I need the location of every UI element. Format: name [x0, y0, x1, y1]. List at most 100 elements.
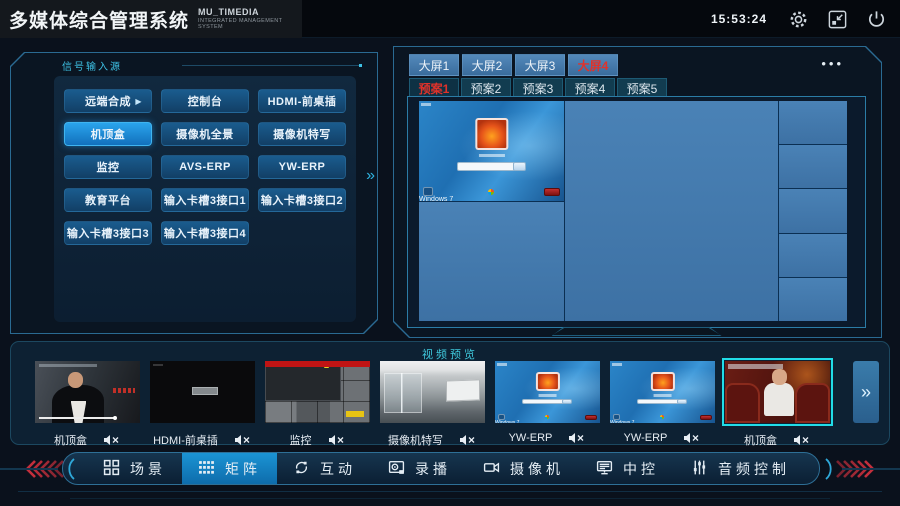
window-resize-icon[interactable] — [825, 7, 849, 31]
video-thumbnail[interactable] — [725, 361, 830, 423]
video-preview-item[interactable]: HDMI-前桌插 — [150, 361, 255, 448]
settings-gear-icon[interactable] — [786, 7, 810, 31]
source-button[interactable]: 教育平台 — [64, 188, 152, 212]
expand-sources-icon[interactable]: » — [366, 168, 375, 184]
nav-items: 场景 矩阵 互动 录播 摄像机 中控 — [63, 453, 819, 484]
nav-item-matrix[interactable]: 矩阵 — [182, 453, 277, 484]
video-thumbnail[interactable]: Windows 7 — [610, 361, 715, 423]
nav-item-camera[interactable]: 摄像机 — [467, 453, 580, 484]
source-button[interactable]: 远端合成▶ — [64, 89, 152, 113]
mute-icon[interactable] — [103, 434, 121, 446]
mute-icon[interactable] — [328, 434, 346, 446]
video-source-label: 机顶盒 — [54, 432, 87, 448]
source-button[interactable]: HDMI-前桌插 — [258, 89, 346, 113]
source-label: 输入卡槽3接口2 — [261, 192, 343, 208]
tab-preset-1[interactable]: 预案1 — [409, 78, 459, 98]
more-menu-icon[interactable]: ••• — [821, 56, 844, 71]
source-button[interactable]: 输入卡槽3接口4 — [161, 221, 249, 245]
matrix-grid-icon — [198, 459, 215, 479]
source-button[interactable]: AVS-ERP — [161, 155, 249, 179]
source-label: 摄像机特写 — [273, 126, 331, 142]
right-chevron-decoration — [822, 458, 878, 485]
screen-grid: Windows 7 — [419, 101, 847, 321]
mute-icon[interactable] — [568, 432, 586, 444]
video-preview-strip: 视频预览 机顶盒 HDMI-前桌插 监控 — [10, 341, 890, 445]
nav-item-scene[interactable]: 场景 — [87, 453, 182, 484]
source-button[interactable]: YW-ERP — [258, 155, 346, 179]
screen-cell[interactable] — [779, 189, 847, 232]
source-button[interactable]: 监控 — [64, 155, 152, 179]
next-thumbnails-button[interactable]: » — [853, 361, 879, 423]
tab-preset-2[interactable]: 预案2 — [461, 78, 511, 98]
mute-icon[interactable] — [683, 432, 701, 444]
bottom-line-decoration — [70, 498, 830, 499]
mute-icon[interactable] — [234, 434, 252, 446]
screen-cell[interactable]: Windows 7 — [419, 101, 564, 201]
screen-cell[interactable] — [779, 278, 847, 321]
video-thumbnail[interactable] — [265, 361, 370, 423]
nav-label: 音频控制 — [718, 459, 790, 479]
tab-wall-1[interactable]: 大屏1 — [409, 54, 459, 76]
strip-title: 视频预览 — [11, 346, 889, 362]
video-source-label: HDMI-前桌插 — [153, 432, 218, 448]
app-window: 多媒体综合管理系统 MU_TIMEDIA INTEGRATED MANAGEME… — [0, 0, 900, 506]
tab-wall-4[interactable]: 大屏4 — [568, 54, 618, 76]
screen-cell[interactable] — [779, 234, 847, 277]
video-preview-item[interactable]: Windows 7 YW-ERP — [610, 361, 715, 444]
win7-password-input — [522, 399, 564, 405]
nav-item-interact[interactable]: 互动 — [277, 453, 372, 484]
clock: 15:53:24 — [711, 12, 767, 26]
mute-icon[interactable] — [793, 434, 811, 446]
source-label: YW-ERP — [279, 161, 326, 173]
tab-preset-3[interactable]: 预案3 — [513, 78, 563, 98]
video-caption-bar — [728, 364, 783, 369]
win7-shutdown-button — [700, 415, 712, 420]
source-button[interactable]: 输入卡槽3接口3 — [64, 221, 152, 245]
source-button[interactable]: 输入卡槽3接口1 — [161, 188, 249, 212]
source-button[interactable]: 输入卡槽3接口2 — [258, 188, 346, 212]
source-button[interactable]: 控制台 — [161, 89, 249, 113]
tab-wall-2[interactable]: 大屏2 — [462, 54, 512, 76]
source-button[interactable]: 机顶盒 — [64, 122, 152, 146]
video-source-label: 监控 — [290, 432, 312, 448]
record-icon — [388, 459, 405, 479]
video-preview-item[interactable]: 摄像机特写 — [380, 361, 485, 448]
signal-source-panel: 信号输入源 远端合成▶ 控制台 HDMI-前桌插 机顶盒 摄像机全景 摄像机特写… — [10, 52, 378, 334]
video-preview-item[interactable]: 机顶盒 — [725, 361, 830, 448]
source-button[interactable]: 摄像机全景 — [161, 122, 249, 146]
nav-label: 录播 — [415, 459, 451, 479]
nav-item-record[interactable]: 录播 — [372, 453, 467, 484]
source-button[interactable]: 摄像机特写 — [258, 122, 346, 146]
brand-line1: MU_TIMEDIA — [198, 7, 302, 18]
video-thumbnail[interactable]: Windows 7 — [495, 361, 600, 423]
video-preview-item[interactable]: 监控 — [265, 361, 370, 448]
mute-icon[interactable] — [459, 434, 477, 446]
screen-cell[interactable] — [565, 101, 778, 321]
nav-item-audio-control[interactable]: 音频控制 — [675, 453, 806, 484]
video-preview-item[interactable]: 机顶盒 — [35, 361, 140, 448]
tab-preset-4[interactable]: 预案4 — [565, 78, 615, 98]
win7-brand: Windows 7 — [419, 189, 564, 196]
win7-brand-text: Windows 7 — [419, 196, 453, 201]
nav-label: 中控 — [623, 459, 659, 479]
video-thumbnail[interactable] — [150, 361, 255, 423]
video-source-label: YW-ERP — [624, 432, 668, 444]
thumbnail-label-row: HDMI-前桌插 — [150, 432, 255, 448]
audio-sliders-icon — [691, 459, 708, 479]
brand-line2: INTEGRATED MANAGEMENT SYSTEM — [198, 18, 302, 31]
video-preview-item[interactable]: Windows 7 YW-ERP — [495, 361, 600, 444]
screen-cell[interactable] — [779, 101, 847, 144]
tab-wall-3[interactable]: 大屏3 — [515, 54, 565, 76]
screen-cell[interactable] — [419, 202, 564, 321]
win7-window-controls — [612, 363, 622, 366]
nav-item-central-control[interactable]: 中控 — [580, 453, 675, 484]
video-thumbnail[interactable] — [35, 361, 140, 423]
video-thumbnail[interactable] — [380, 361, 485, 423]
screen-grid-column: Windows 7 — [419, 101, 564, 321]
win7-window-controls — [421, 103, 431, 106]
power-icon[interactable] — [864, 7, 888, 31]
nav-label: 矩阵 — [225, 459, 261, 479]
tab-preset-5[interactable]: 预案5 — [617, 78, 667, 98]
win7-brand: Windows 7 — [495, 414, 600, 420]
screen-cell[interactable] — [779, 145, 847, 188]
